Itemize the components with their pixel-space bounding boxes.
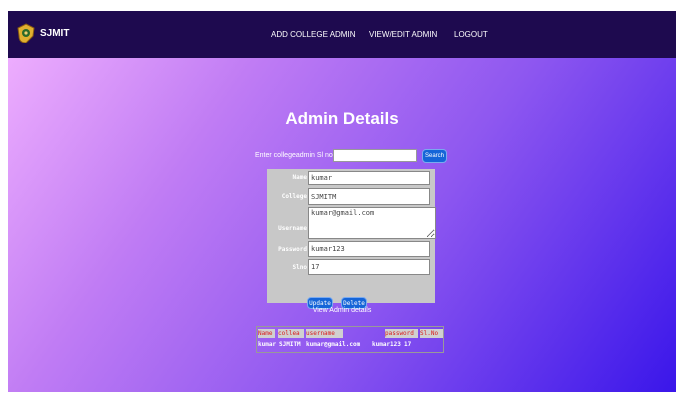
search-label: Enter collegeadmin Sl no (255, 152, 333, 159)
nav-logout[interactable]: LOGOUT (454, 30, 488, 39)
table-cell-password: kumar123 (372, 341, 401, 348)
table-cell-name: kumar (258, 341, 277, 348)
table-header-slno: Sl.No (420, 329, 443, 338)
nav-add-college-admin[interactable]: ADD COLLEGE ADMIN (271, 30, 355, 39)
college-field[interactable] (308, 188, 430, 205)
table-header-name: Name (258, 329, 275, 338)
password-field[interactable] (308, 241, 430, 257)
admin-results-table: Name collea username password Sl.No kuma… (256, 326, 444, 353)
navbar: SJMIT ADD COLLEGE ADMIN VIEW/EDIT ADMIN … (8, 11, 676, 58)
college-emblem-icon (17, 23, 35, 43)
table-header-password: password (385, 329, 418, 338)
password-label: Password (278, 246, 307, 253)
brand-title: SJMIT (40, 28, 70, 39)
app-frame: SJMIT ADD COLLEGE ADMIN VIEW/EDIT ADMIN … (8, 11, 676, 392)
username-field[interactable]: kumar@gmail.com (308, 207, 436, 239)
slno-label: Slno (292, 264, 307, 271)
slno-field[interactable] (308, 259, 430, 275)
search-button[interactable]: Search (422, 149, 447, 163)
table-cell-slno: 17 (404, 341, 412, 348)
admin-form: Name College Username kumar@gmail.com Pa… (267, 169, 436, 303)
name-label: Name (292, 174, 307, 181)
table-cell-username: kumar@gmail.com (306, 341, 361, 348)
table-header-college: collea (278, 329, 304, 338)
table-cell-college: SJMITM (279, 341, 301, 348)
search-input[interactable] (333, 149, 417, 162)
view-admin-details-label: View Admin details (312, 307, 372, 314)
username-label: Username (278, 225, 307, 232)
name-field[interactable] (308, 171, 430, 185)
nav-view-edit-admin[interactable]: VIEW/EDIT ADMIN (369, 30, 437, 39)
college-label: College (281, 193, 307, 200)
page-title: Admin Details (285, 109, 399, 128)
table-header-username: username (306, 329, 343, 338)
